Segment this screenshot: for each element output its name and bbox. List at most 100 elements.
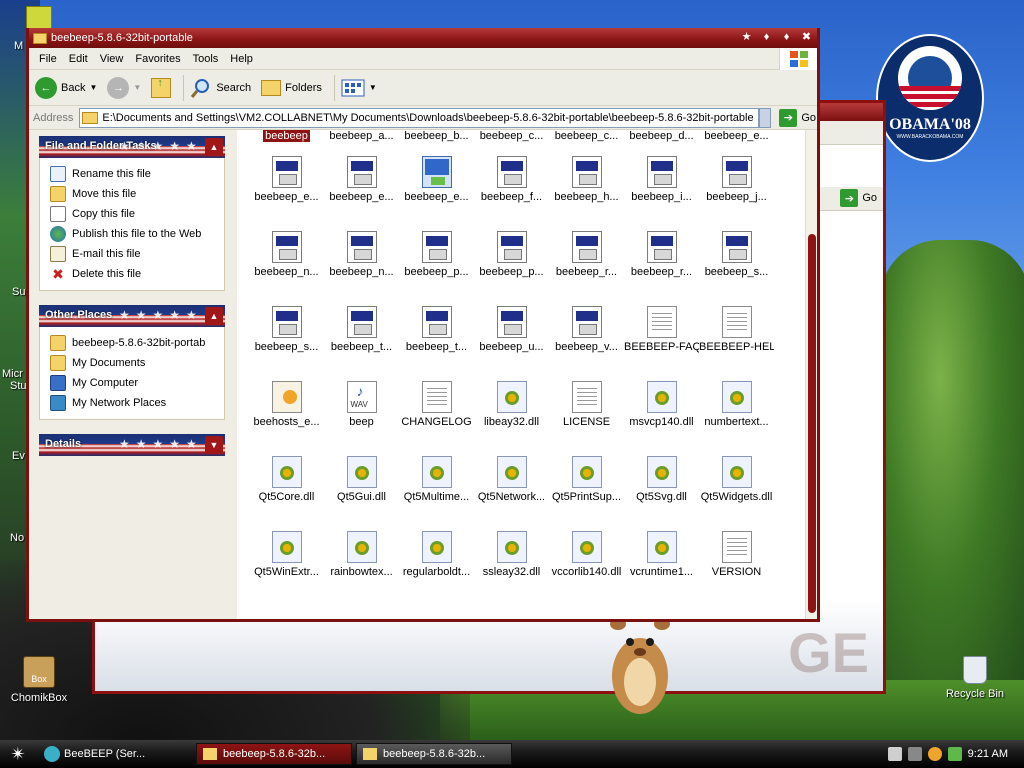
desktop-label[interactable]: Ev: [12, 450, 25, 462]
hamster-mascot-icon[interactable]: [600, 612, 680, 716]
file-item[interactable]: regularboldt...: [399, 527, 474, 602]
window-titlebar[interactable]: beebeep-5.8.6-32bit-portable ★ ♦ ♦ ✖: [29, 28, 817, 48]
file-item[interactable]: beebeep_e...: [399, 152, 474, 227]
file-item[interactable]: beebeep_r...: [624, 227, 699, 302]
up-button[interactable]: ↑: [151, 77, 172, 98]
desktop-label[interactable]: M: [14, 40, 23, 52]
taskbar-window-2[interactable]: beebeep-5.8.6-32b...: [356, 743, 512, 765]
file-item[interactable]: beebeep_s...: [699, 227, 774, 302]
file-item[interactable]: beebeep_e...: [699, 130, 774, 152]
desktop-label[interactable]: No: [10, 532, 24, 544]
maximize-button[interactable]: ♦: [778, 30, 795, 45]
panel-header[interactable]: ★★★★★ Details ▼: [39, 434, 225, 456]
file-item[interactable]: beebeep: [249, 130, 324, 152]
file-item[interactable]: beebeep_a...: [324, 130, 399, 152]
collapse-icon[interactable]: ▲: [205, 138, 223, 156]
back-button[interactable]: ← Back ▼: [35, 76, 97, 99]
desktop-label[interactable]: Stu: [10, 380, 27, 392]
place-my-computer[interactable]: My Computer: [50, 373, 220, 393]
file-item[interactable]: Qt5Svg.dll: [624, 452, 699, 527]
file-item[interactable]: vccorlib140.dll: [549, 527, 624, 602]
views-button[interactable]: ▼: [341, 79, 377, 97]
file-item[interactable]: beebeep_h...: [549, 152, 624, 227]
task-move[interactable]: Move this file: [50, 184, 220, 204]
file-item[interactable]: beebeep_r...: [549, 227, 624, 302]
file-item[interactable]: Qt5Gui.dll: [324, 452, 399, 527]
forward-button[interactable]: → ▼: [107, 76, 141, 99]
file-item[interactable]: vcruntime1...: [624, 527, 699, 602]
file-item[interactable]: beebeep_b...: [399, 130, 474, 152]
file-item[interactable]: Qt5PrintSup...: [549, 452, 624, 527]
file-item[interactable]: beebeep_i...: [624, 152, 699, 227]
file-item[interactable]: beebeep_n...: [249, 227, 324, 302]
file-item[interactable]: rainbowtex...: [324, 527, 399, 602]
desktop-shortcut-icon[interactable]: [26, 6, 52, 30]
file-item[interactable]: beebeep_t...: [399, 302, 474, 377]
security-icon[interactable]: [947, 747, 962, 761]
place-parent-folder[interactable]: beebeep-5.8.6-32bit-portab: [50, 333, 220, 353]
file-item[interactable]: beebeep_p...: [474, 227, 549, 302]
close-button[interactable]: ✖: [798, 30, 815, 45]
keyboard-icon[interactable]: [887, 747, 902, 761]
search-button[interactable]: Search: [190, 77, 251, 99]
file-item[interactable]: beebeep_d...: [624, 130, 699, 152]
menu-tools[interactable]: Tools: [187, 53, 225, 65]
clock[interactable]: 9:21 AM: [968, 748, 1008, 760]
menu-help[interactable]: Help: [224, 53, 259, 65]
panel-header[interactable]: ★★★★★ Other Places ▲: [39, 305, 225, 327]
file-item[interactable]: VERSION: [699, 527, 774, 602]
file-item[interactable]: beebeep_u...: [474, 302, 549, 377]
file-item[interactable]: beebeep_e...: [324, 152, 399, 227]
file-item[interactable]: Qt5WinExtr...: [249, 527, 324, 602]
file-item[interactable]: beehosts_e...: [249, 377, 324, 452]
minimize-button[interactable]: ♦: [758, 30, 775, 45]
place-my-documents[interactable]: My Documents: [50, 353, 220, 373]
menu-edit[interactable]: Edit: [63, 53, 94, 65]
file-item[interactable]: numbertext...: [699, 377, 774, 452]
file-item[interactable]: beebeep_f...: [474, 152, 549, 227]
panel-header[interactable]: ★★★★★ File and Folder Tasks ▲: [39, 136, 225, 158]
file-item[interactable]: Qt5Network...: [474, 452, 549, 527]
collapse-icon[interactable]: ▲: [205, 307, 223, 325]
file-item[interactable]: beebeep_c...: [549, 130, 624, 152]
address-input[interactable]: E:\Documents and Settings\VM2.COLLABNET\…: [79, 107, 760, 128]
file-item[interactable]: beebeep_j...: [699, 152, 774, 227]
desktop-label[interactable]: Micr: [2, 368, 23, 380]
task-delete[interactable]: ✖ Delete this file: [50, 264, 220, 284]
beebeep-tray-icon[interactable]: [44, 746, 60, 762]
search-icon[interactable]: [927, 747, 942, 761]
menu-favorites[interactable]: Favorites: [129, 53, 186, 65]
network-icon[interactable]: [907, 747, 922, 761]
file-item[interactable]: Qt5Widgets.dll: [699, 452, 774, 527]
chevron-down-icon[interactable]: ▼: [369, 83, 377, 92]
file-item[interactable]: libeay32.dll: [474, 377, 549, 452]
expand-icon[interactable]: ▼: [205, 436, 223, 454]
file-item[interactable]: beebeep_s...: [249, 302, 324, 377]
file-item[interactable]: beebeep_c...: [474, 130, 549, 152]
file-item[interactable]: beebeep_p...: [399, 227, 474, 302]
explorer-window[interactable]: beebeep-5.8.6-32bit-portable ★ ♦ ♦ ✖ Fil…: [26, 28, 820, 622]
file-item[interactable]: WAV beep: [324, 377, 399, 452]
place-network[interactable]: My Network Places: [50, 393, 220, 413]
address-dropdown-button[interactable]: [759, 107, 772, 128]
scrollbar-thumb[interactable]: [808, 234, 816, 613]
file-item[interactable]: Qt5Core.dll: [249, 452, 324, 527]
task-copy[interactable]: Copy this file: [50, 204, 220, 224]
folders-button[interactable]: Folders: [261, 79, 322, 96]
chomikbox-desktop-icon[interactable]: Box ChomikBox: [4, 656, 74, 704]
task-publish[interactable]: Publish this file to the Web: [50, 224, 220, 244]
taskbar-window-1[interactable]: beebeep-5.8.6-32b...: [196, 743, 352, 765]
file-item[interactable]: beebeep_n...: [324, 227, 399, 302]
menu-file[interactable]: File: [33, 53, 63, 65]
file-item[interactable]: BEEBEEP-HELP: [699, 302, 774, 377]
chevron-down-icon[interactable]: ▼: [89, 83, 97, 92]
star-icon[interactable]: ★: [738, 30, 755, 45]
vertical-scrollbar[interactable]: [805, 130, 817, 619]
file-item[interactable]: msvcp140.dll: [624, 377, 699, 452]
background-go-button[interactable]: ➔ Go: [840, 189, 877, 207]
desktop-label[interactable]: Su: [12, 286, 25, 298]
quick-launch-label[interactable]: BeeBEEP (Ser...: [64, 748, 145, 760]
go-button[interactable]: ➔ Go: [779, 108, 816, 127]
recycle-bin-desktop-icon[interactable]: Recycle Bin: [940, 656, 1010, 700]
file-item[interactable]: BEEBEEP-FAQ: [624, 302, 699, 377]
